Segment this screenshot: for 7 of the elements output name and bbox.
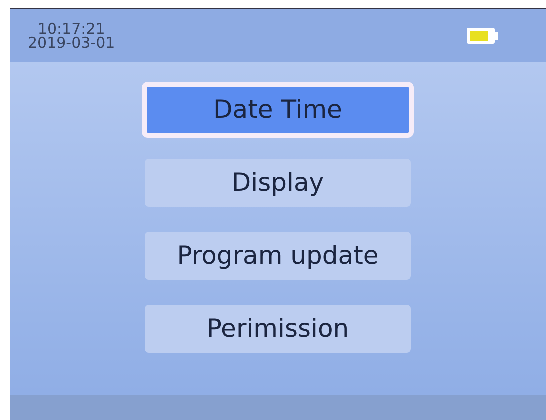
clock-date: 2019-03-01 <box>28 36 116 50</box>
clock-time: 10:17:21 <box>38 22 106 36</box>
menu-item[interactable]: Display <box>145 159 411 207</box>
menu-item[interactable]: Perimission <box>145 305 411 353</box>
menu-item[interactable]: Date Time <box>142 82 414 138</box>
menu-item[interactable]: Program update <box>145 232 411 280</box>
battery-icon <box>466 26 500 44</box>
